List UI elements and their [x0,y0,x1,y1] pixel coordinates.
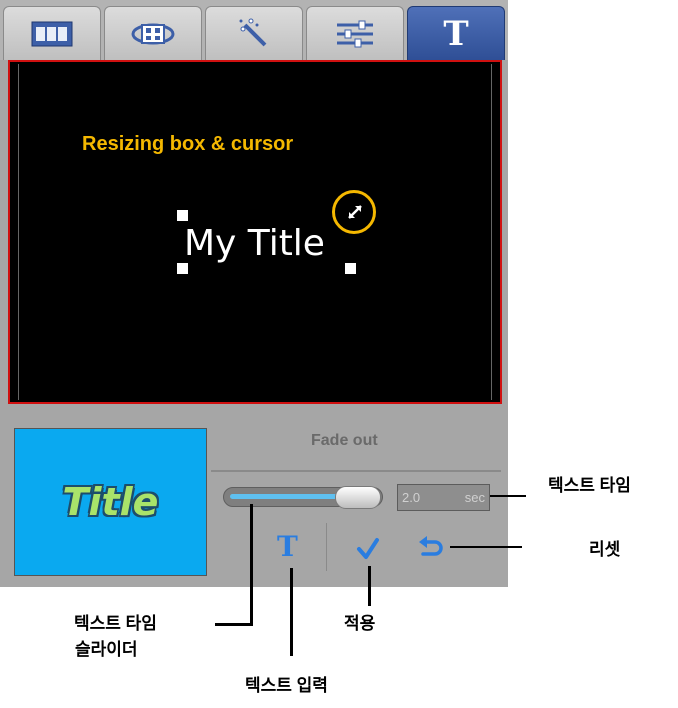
slider-thumb[interactable] [335,486,381,509]
slider-fill [230,494,348,499]
magic-wand-icon [237,17,271,51]
tab-effects[interactable] [205,6,303,60]
annotation-line-apply [368,566,371,606]
annotation-apply: 적용 [344,614,376,633]
annotation-line-slider-vertical [250,504,253,626]
tab-transitions[interactable] [104,6,202,60]
text-time-value: 2.0 [402,490,421,505]
text-editor-panel: T Resizing box & cursor My Title Title F… [0,0,508,587]
transition-icon [130,17,176,51]
text-icon: T [443,13,469,54]
annotation-slider-line2: 슬라이더 [75,640,138,659]
tab-bar: T [0,0,508,60]
apply-button[interactable] [356,537,380,565]
adjust-sliders-icon [335,20,375,48]
button-divider [326,523,327,571]
undo-arrow-icon [419,536,443,556]
title-text-object[interactable]: My Title [184,221,325,267]
checkmark-icon [357,538,379,559]
text-input-button[interactable]: T [277,530,298,564]
resize-handle-bottom-left[interactable] [177,263,188,274]
resize-callout-label: Resizing box & cursor [82,133,294,155]
annotation-line-reset [450,546,522,548]
resize-cursor-icon [345,202,365,226]
tab-adjust[interactable] [306,6,404,60]
annotation-line-text-input [290,568,293,656]
annotation-line-text-time [490,495,526,497]
film-icon [31,21,73,47]
annotation-reset: 리셋 [589,540,621,559]
annotation-text-input: 텍스트 입력 [245,676,328,695]
resize-handle-top-left[interactable] [177,210,188,221]
text-time-unit: sec [464,490,485,505]
title-style-thumbnail[interactable]: Title [14,428,207,576]
thumbnail-text: Title [62,480,159,524]
safe-area-guide-left [18,64,19,400]
annotation-slider-line1: 텍스트 타임 [74,614,157,633]
reset-button[interactable] [417,536,445,564]
annotation-text-time: 텍스트 타임 [548,476,631,495]
tab-text[interactable]: T [407,6,505,60]
text-time-field[interactable]: 2.0 sec [397,484,490,511]
resize-handle-bottom-right[interactable] [345,263,356,274]
safe-area-guide-right [491,64,492,400]
tab-clips[interactable] [3,6,101,60]
divider [211,470,501,472]
annotation-line-slider-horizontal [215,623,253,626]
effect-name-label: Fade out [311,432,378,449]
